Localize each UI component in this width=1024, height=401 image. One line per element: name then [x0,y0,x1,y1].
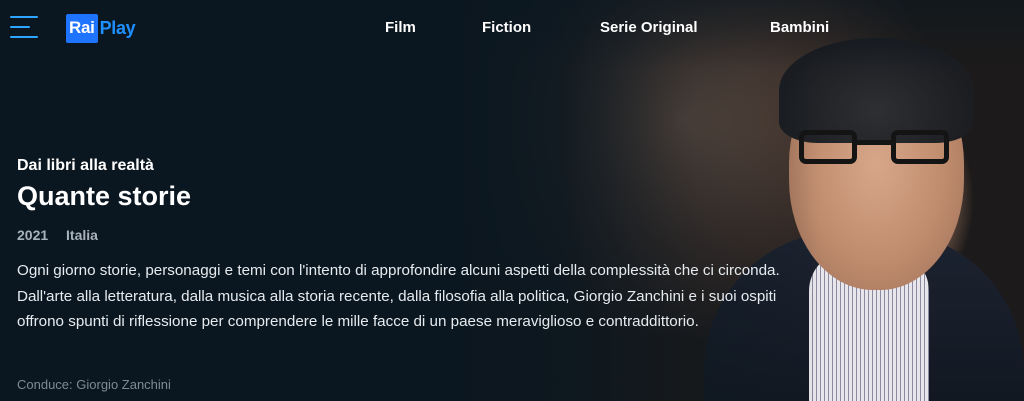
program-host: Conduce: Giorgio Zanchini [17,377,171,392]
raiplay-logo[interactable]: Rai Play [66,13,136,43]
nav-item-serie-original[interactable]: Serie Original [600,19,698,36]
program-title: Quante storie [17,181,192,211]
hamburger-menu-icon[interactable] [10,14,40,40]
logo-rai: Rai [66,13,98,43]
program-page: Rai Play Film Fiction Serie Original Bam… [0,0,1024,401]
nav-item-film[interactable]: Film [385,19,416,36]
logo-play: Play [99,17,136,38]
program-subtitle: Dai libri alla realtà [17,157,154,174]
program-country: Italia [66,227,98,243]
program-info: Dai libri alla realtà Quante storie 2021… [17,156,817,335]
program-description: Ogni giorno storie, personaggi e temi co… [17,262,780,330]
program-year: 2021 [17,227,49,243]
program-meta: 2021 Italia [17,226,817,244]
top-header: Rai Play Film Fiction Serie Original Bam… [0,0,1024,58]
nav-item-fiction[interactable]: Fiction [482,19,531,36]
nav-item-bambini[interactable]: Bambini [770,19,829,36]
